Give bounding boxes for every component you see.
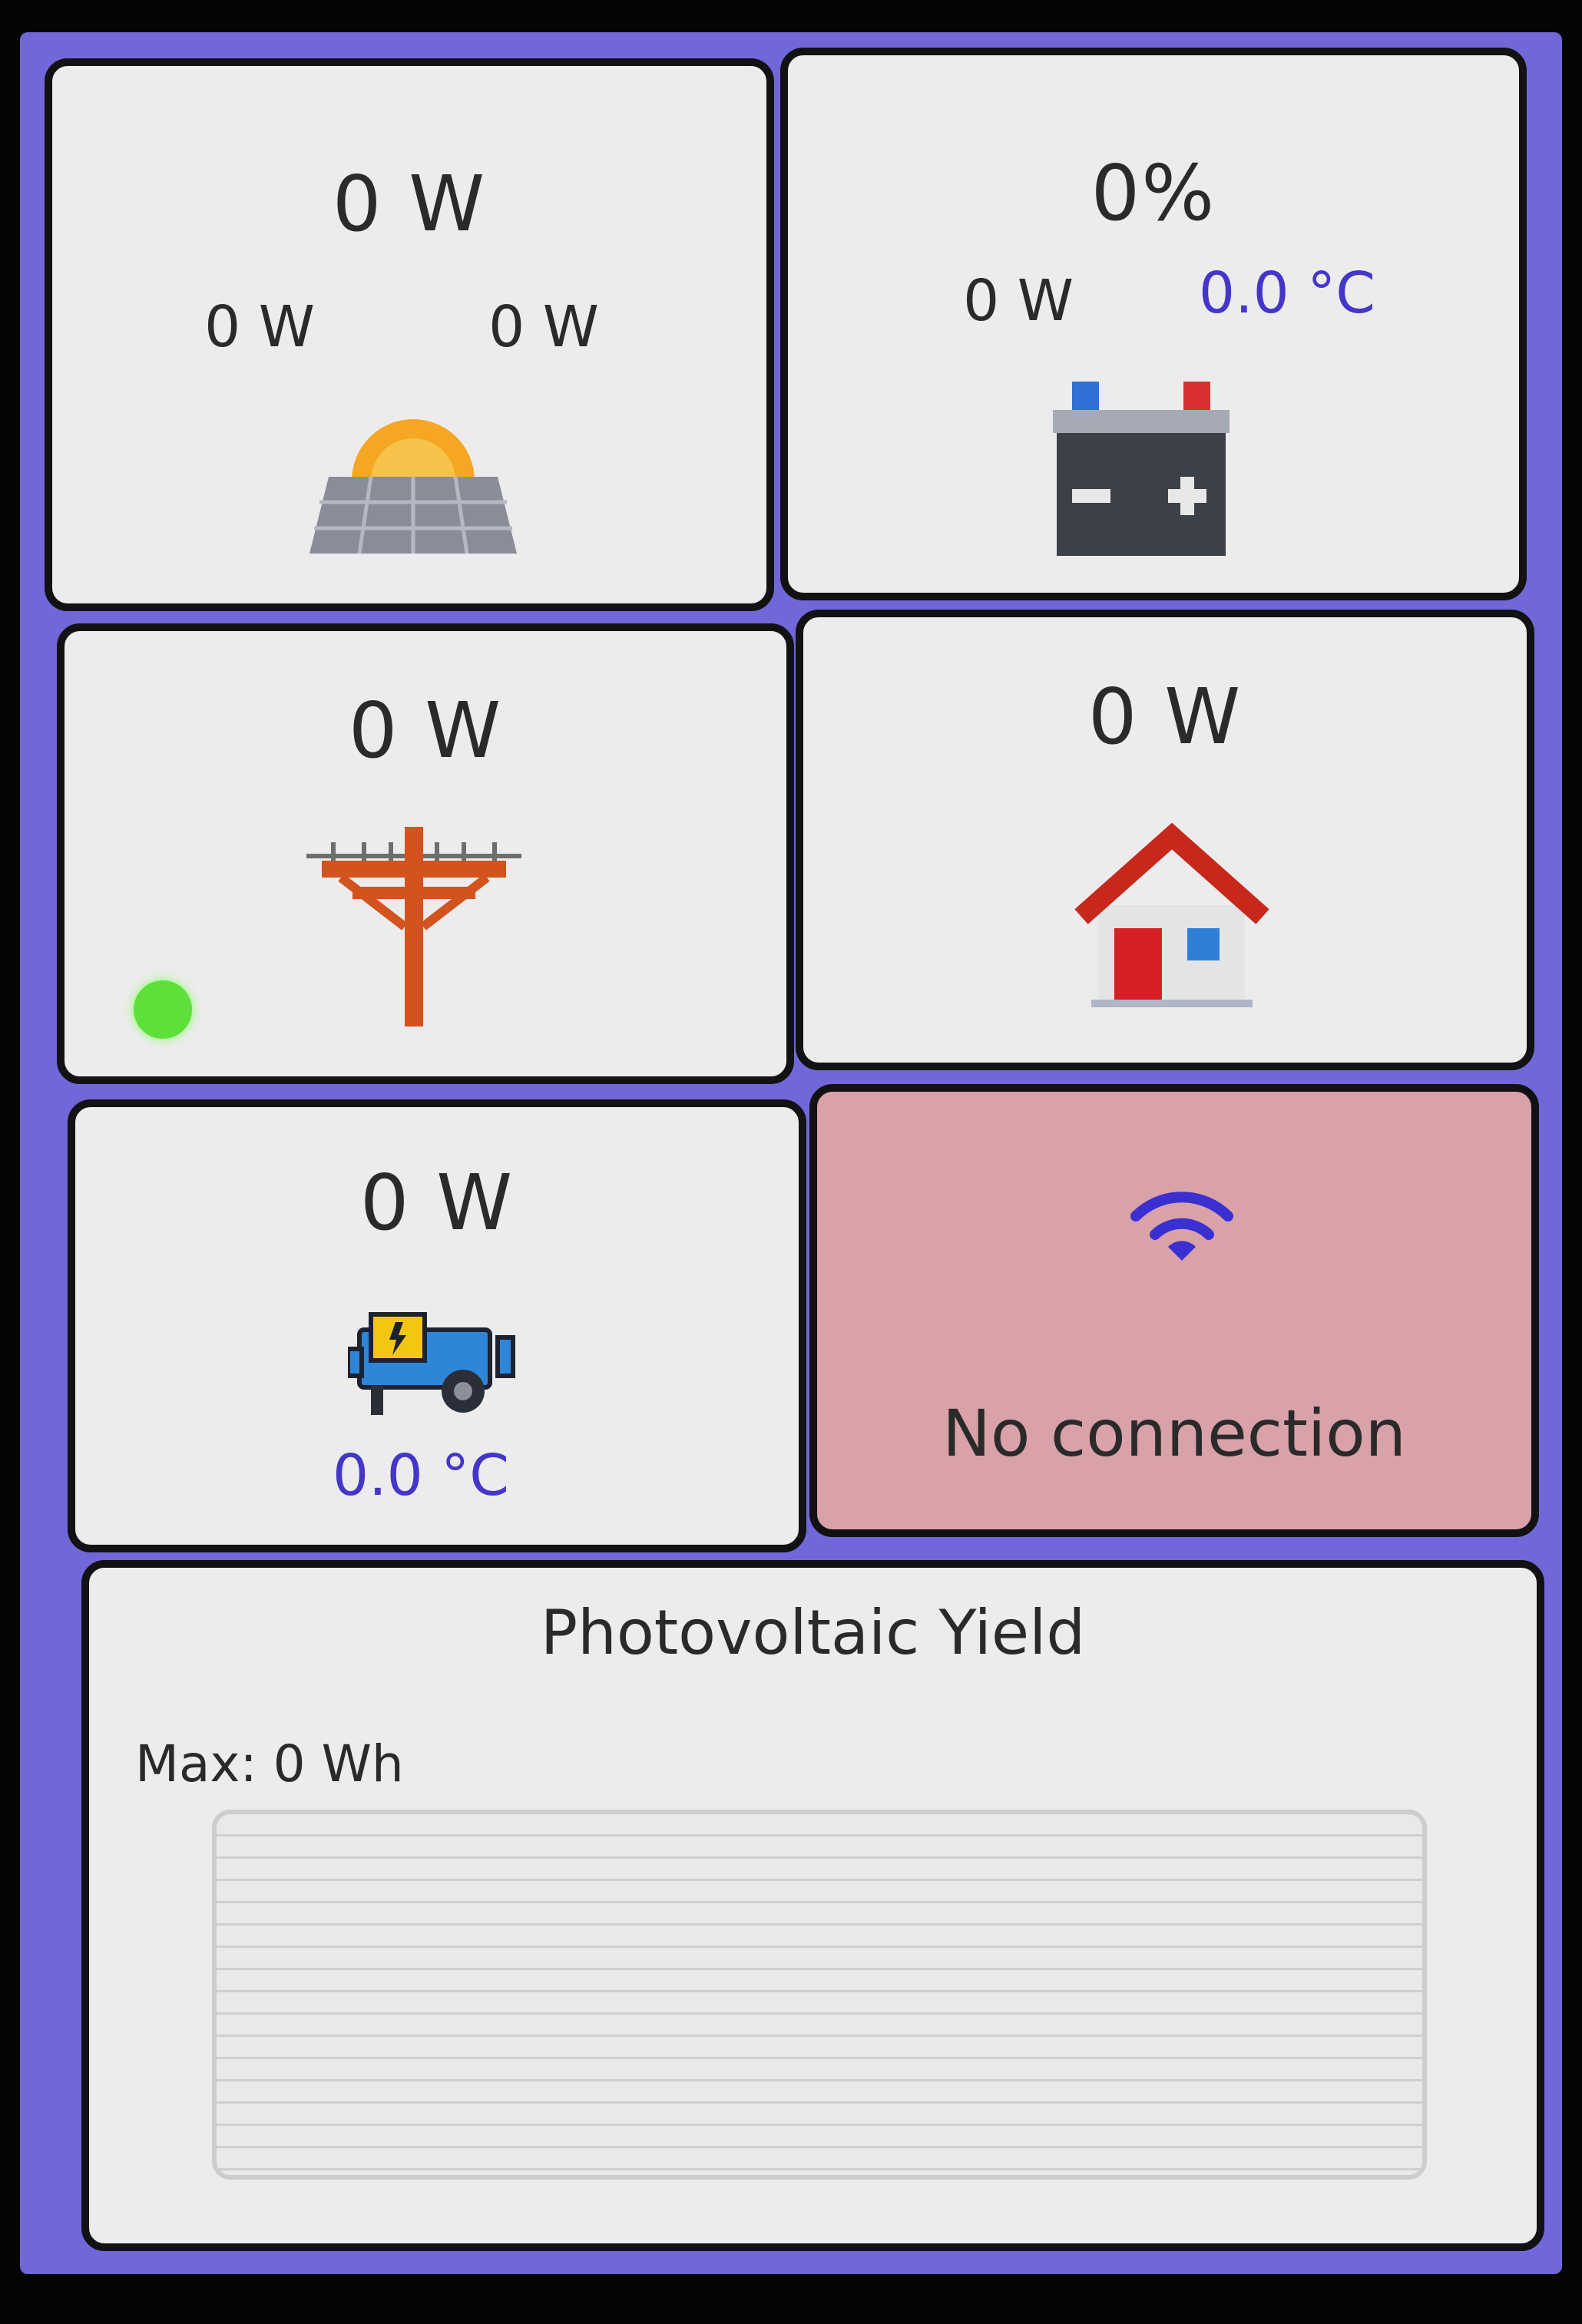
- grid-status-dot: [134, 980, 192, 1039]
- battery-temperature: 0.0 °C: [1199, 260, 1375, 326]
- pv-yield-title: Photovoltaic Yield: [540, 1597, 1086, 1668]
- pv-yield-chart: [212, 1810, 1427, 2180]
- solar-string2-power: 0 W: [488, 294, 599, 360]
- solar-panel-icon: [309, 419, 517, 554]
- solar-total-power: 0 W: [332, 159, 487, 249]
- battery-power: 0 W: [963, 268, 1074, 334]
- battery-soc: 0%: [1091, 148, 1216, 238]
- wifi-icon: [1130, 1192, 1233, 1261]
- pv-yield-card[interactable]: Photovoltaic Yield Max: 0 Wh: [81, 1560, 1544, 2251]
- generator-icon: [348, 1312, 515, 1415]
- house-icon: [1074, 822, 1269, 1007]
- battery-icon: [1053, 382, 1230, 556]
- generator-power: 0 W: [359, 1158, 515, 1248]
- power-pole-icon: [306, 827, 521, 1026]
- battery-card[interactable]: 0% 0 W 0.0 °C: [780, 48, 1527, 600]
- solar-card[interactable]: 0 W 0 W 0 W: [45, 58, 774, 611]
- generator-card[interactable]: 0 W 0.0 °C: [68, 1099, 806, 1552]
- grid-power: 0 W: [348, 686, 503, 775]
- pv-yield-max-label: Max: 0 Wh: [135, 1734, 404, 1793]
- generator-temperature: 0.0 °C: [333, 1443, 509, 1509]
- connection-status: No connection: [942, 1396, 1406, 1471]
- connection-card[interactable]: No connection: [809, 1084, 1539, 1537]
- dashboard-screen: 0 W 0 W 0 W 0% 0 W 0.0 °C 0 W 0 W 0 W 0.…: [20, 32, 1562, 2274]
- house-power: 0 W: [1087, 672, 1243, 762]
- house-card[interactable]: 0 W: [796, 610, 1534, 1070]
- solar-string1-power: 0 W: [204, 294, 315, 360]
- grid-card[interactable]: 0 W: [57, 623, 794, 1084]
